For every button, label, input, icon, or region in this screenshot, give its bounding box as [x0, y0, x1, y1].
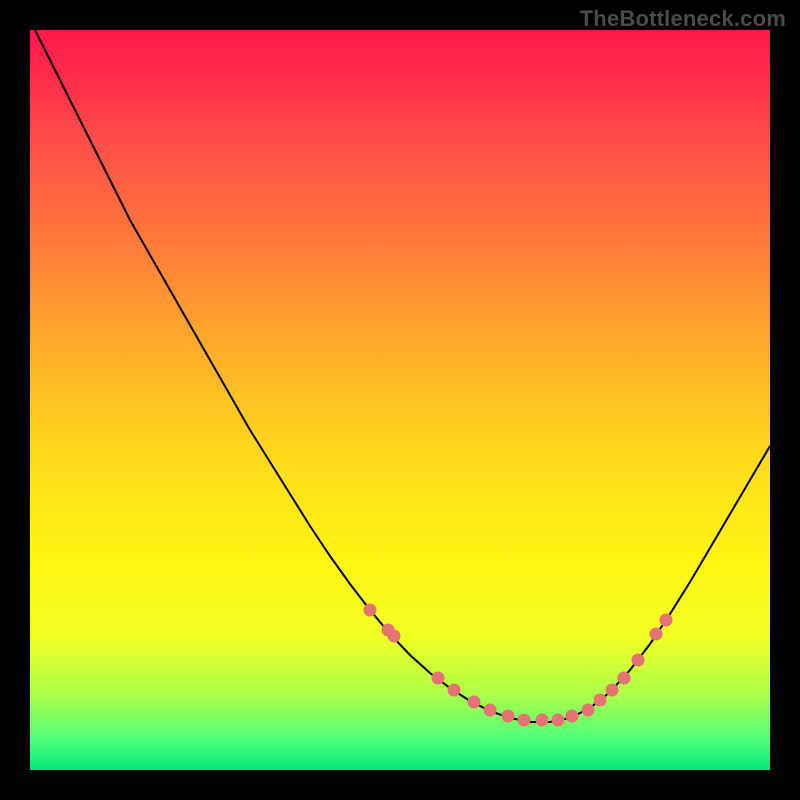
plot-area [30, 30, 770, 770]
data-point [448, 684, 461, 697]
data-point [518, 714, 531, 727]
watermark-text: TheBottleneck.com [580, 6, 786, 32]
data-point [566, 710, 579, 723]
data-point [618, 672, 631, 685]
data-point [660, 614, 673, 627]
data-point [536, 714, 549, 727]
data-point [432, 672, 445, 685]
data-point [594, 694, 607, 707]
data-point [606, 684, 619, 697]
data-point [582, 704, 595, 717]
data-points [364, 604, 673, 727]
data-point [468, 696, 481, 709]
data-point [388, 630, 401, 643]
data-point [502, 710, 515, 723]
data-point [650, 628, 663, 641]
data-point [632, 654, 645, 667]
curve-line [30, 30, 770, 722]
chart-container: TheBottleneck.com [0, 0, 800, 800]
data-point [484, 704, 497, 717]
chart-svg [30, 30, 770, 770]
data-point [552, 714, 565, 727]
data-point [364, 604, 377, 617]
